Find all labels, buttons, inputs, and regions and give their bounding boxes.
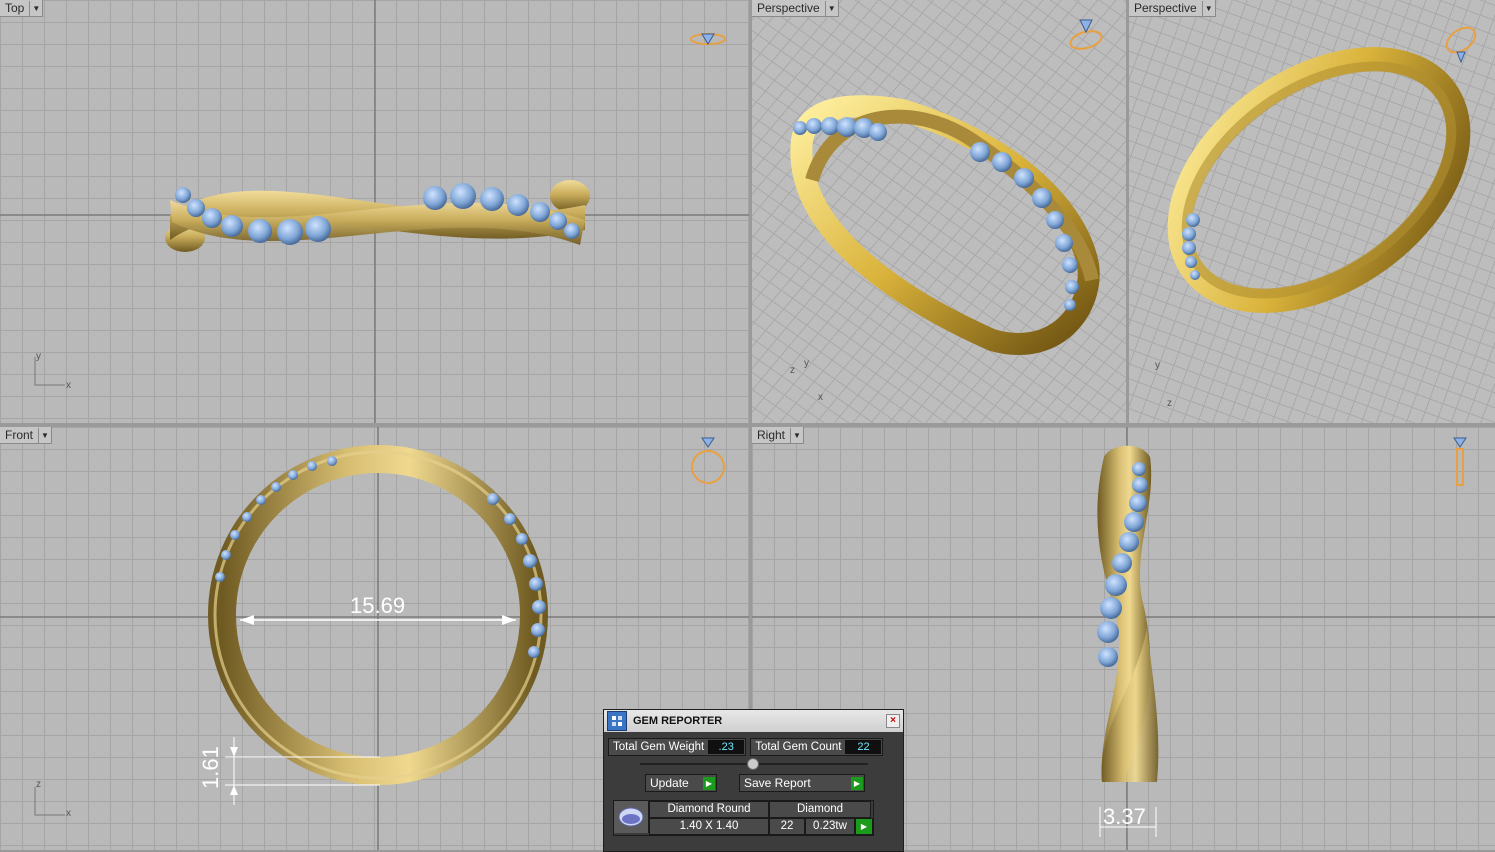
viewport-title: Right <box>757 428 786 442</box>
panel-splitter[interactable] <box>640 758 868 770</box>
axis-z-label: z <box>36 779 41 790</box>
gem-reporter-panel[interactable]: GEM REPORTER × Total Gem Weight .23 Tota… <box>603 709 904 852</box>
axis-y-label: y <box>804 358 809 369</box>
save-report-button-label: Save Report <box>744 776 811 790</box>
dimension-band-thickness: 1.61 <box>198 746 223 789</box>
play-icon: ▶ <box>851 776 863 790</box>
viewport-perspective-2[interactable]: Perspective ▼ y z <box>1129 0 1495 423</box>
viewport-label-perspective-2[interactable]: Perspective ▼ <box>1129 0 1216 17</box>
axis-x-label: x <box>66 380 71 391</box>
gem-name: Diamond Round <box>649 801 769 818</box>
chevron-down-icon[interactable]: ▼ <box>790 427 803 443</box>
total-gem-weight-value: .23 <box>708 740 745 754</box>
chevron-down-icon[interactable]: ▼ <box>29 0 42 16</box>
view-gizmo-icon[interactable] <box>1441 18 1481 64</box>
axis-x-label: x <box>66 808 71 819</box>
viewport-perspective-1[interactable]: Perspective ▼ z y x <box>752 0 1126 423</box>
gem-material: Diamond <box>769 801 871 818</box>
axis-z-label: z <box>790 365 795 376</box>
gem-size: 1.40 X 1.40 <box>649 818 769 835</box>
chevron-down-icon[interactable]: ▼ <box>38 427 51 443</box>
save-report-button[interactable]: Save Report ▶ <box>739 774 865 792</box>
gem-reporter-titlebar[interactable]: GEM REPORTER × <box>604 710 903 732</box>
round-diamond-icon <box>614 801 649 833</box>
viewport-top[interactable]: Top ▼ y x <box>0 0 749 423</box>
axis-y-label: y <box>36 351 41 362</box>
viewport-label-front[interactable]: Front ▼ <box>0 427 53 444</box>
gem-details-button[interactable]: ▶ <box>855 818 873 835</box>
gem-weight: 0.23tw <box>805 818 855 835</box>
view-gizmo-icon[interactable] <box>1066 16 1106 56</box>
gem-reporter-logo-icon <box>607 711 627 731</box>
viewport-title: Perspective <box>757 1 820 15</box>
gem-reporter-title: GEM REPORTER <box>633 715 723 727</box>
axis-y-label: y <box>1155 360 1160 371</box>
viewport-label-top[interactable]: Top ▼ <box>0 0 44 17</box>
ring-top-view <box>0 0 749 423</box>
total-gem-weight-label: Total Gem Weight <box>613 741 705 753</box>
dimension-band-width: 3.37 <box>1103 804 1146 829</box>
total-gem-count: Total Gem Count 22 <box>750 738 884 756</box>
total-gem-weight: Total Gem Weight .23 <box>608 738 747 756</box>
chevron-down-icon[interactable]: ▼ <box>824 0 838 16</box>
update-button-label: Update <box>650 776 689 790</box>
viewport-title: Front <box>5 428 34 442</box>
viewport-title: Perspective <box>1134 1 1197 15</box>
update-button[interactable]: Update ▶ <box>645 774 717 792</box>
total-gem-count-label: Total Gem Count <box>755 741 842 753</box>
dimension-inner-diameter: 15.69 <box>350 593 406 618</box>
viewport-title: Top <box>5 1 25 15</box>
viewport-label-right[interactable]: Right ▼ <box>752 427 805 444</box>
viewport-label-perspective-1[interactable]: Perspective ▼ <box>752 0 839 17</box>
view-gizmo-icon[interactable] <box>1448 435 1472 487</box>
gem-list-row[interactable]: Diamond Round Diamond 1.40 X 1.40 22 0.2… <box>613 800 874 836</box>
splitter-handle[interactable] <box>747 758 759 770</box>
total-gem-count-value: 22 <box>845 740 882 754</box>
close-icon[interactable]: × <box>886 714 900 728</box>
chevron-down-icon[interactable]: ▼ <box>1201 0 1215 16</box>
play-icon: ▶ <box>703 776 715 790</box>
view-gizmo-icon[interactable] <box>688 28 728 50</box>
gem-count: 22 <box>769 818 805 835</box>
axis-x-label: x <box>818 392 823 403</box>
view-gizmo-icon[interactable] <box>688 435 728 487</box>
axis-z-label: z <box>1167 398 1172 409</box>
